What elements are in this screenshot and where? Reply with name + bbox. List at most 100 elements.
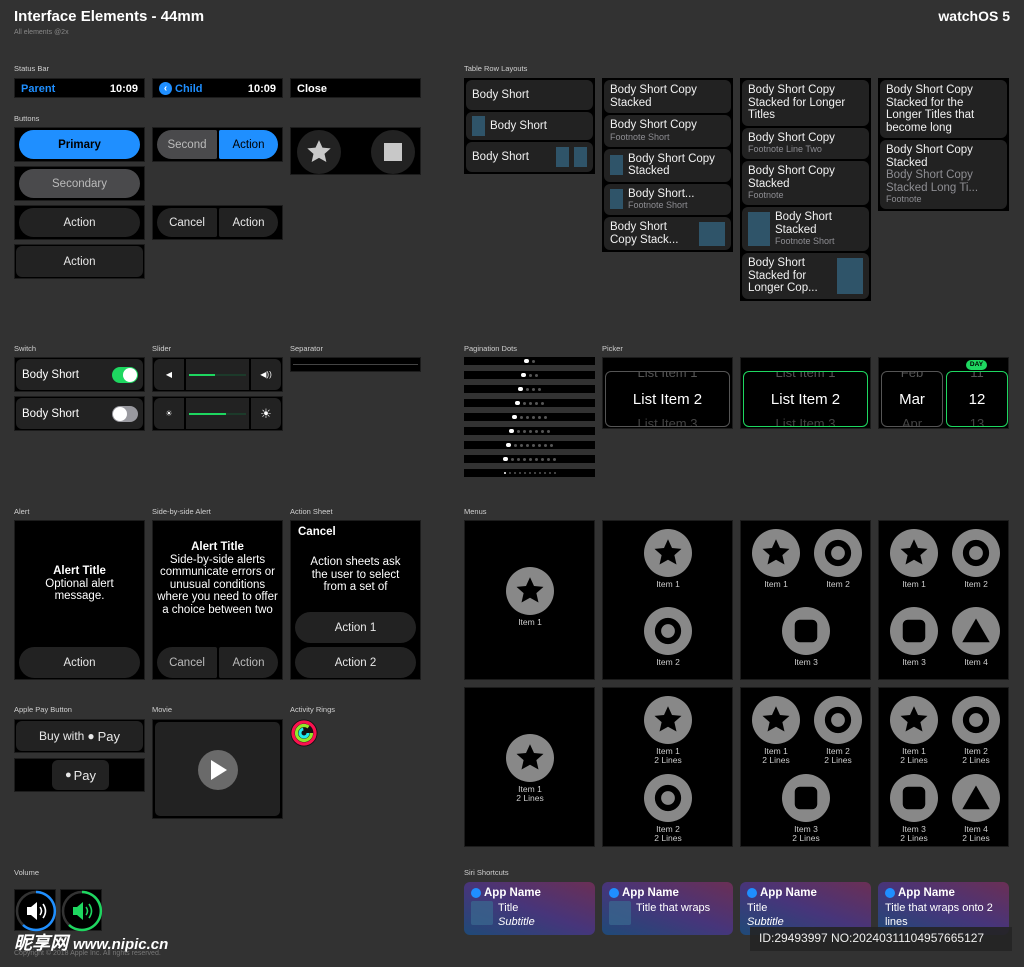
page-dot[interactable] (531, 443, 535, 447)
page-dot[interactable] (521, 372, 526, 378)
page-dot[interactable] (509, 428, 514, 434)
page-dot[interactable] (528, 472, 531, 474)
page-dot[interactable] (540, 401, 544, 405)
table-row[interactable]: Body Short Copy Stacked (604, 80, 731, 113)
pagination-dots[interactable] (464, 413, 595, 421)
menu-item[interactable]: Item 3 2 Lines (884, 774, 944, 843)
second-button[interactable]: Second (157, 130, 217, 159)
table-row[interactable]: Body Short Copy Stacked (604, 148, 731, 182)
close-button[interactable]: Close (297, 83, 327, 95)
page-dot[interactable] (537, 443, 541, 447)
page-dot[interactable] (533, 472, 536, 474)
page-dot[interactable] (540, 429, 544, 433)
primary-button[interactable]: Primary (19, 130, 140, 159)
page-dot[interactable] (540, 457, 544, 461)
action-button[interactable]: Action (19, 208, 140, 237)
page-dot[interactable] (549, 443, 553, 447)
table-row[interactable]: Body Short (466, 112, 593, 140)
picker-wheel[interactable]: 11 12 13 (946, 371, 1008, 427)
slider-track-area[interactable] (186, 398, 249, 429)
pagination-dots[interactable] (464, 399, 595, 407)
page-dot[interactable] (543, 443, 547, 447)
menu-item[interactable]: Item 3 (776, 607, 836, 667)
pagination-dots[interactable] (464, 357, 595, 365)
menu-item[interactable]: Item 3 (884, 607, 944, 667)
page-dot[interactable] (548, 472, 551, 474)
page-dot[interactable] (522, 457, 526, 461)
menu-item[interactable]: Item 1 (884, 529, 944, 589)
page-dot[interactable] (531, 359, 535, 363)
pagination-dots[interactable] (464, 441, 595, 449)
alert-action-button[interactable]: Action (219, 647, 278, 678)
action-sheet-cancel[interactable]: Cancel (298, 526, 336, 538)
page-dot[interactable] (552, 457, 556, 461)
page-dot[interactable] (534, 429, 538, 433)
page-dot[interactable] (531, 415, 535, 419)
pagination-dots[interactable] (464, 469, 595, 477)
secondary-button[interactable]: Secondary (19, 169, 140, 198)
page-dot[interactable] (513, 443, 517, 447)
page-dot[interactable] (546, 429, 550, 433)
brightness-high-icon-button[interactable]: ☀ (251, 398, 281, 429)
switch-row[interactable]: Body Short (16, 359, 143, 390)
menu-item[interactable]: Item 2 2 Lines (808, 696, 868, 765)
page-dot[interactable] (515, 400, 520, 406)
page-dot[interactable] (525, 387, 529, 391)
table-row[interactable]: Body Short Stacked Footnote Short (742, 207, 869, 251)
table-row[interactable]: Body Short Copy Footnote Line Two (742, 127, 869, 159)
page-dot[interactable] (518, 472, 521, 474)
switch-row[interactable]: Body Short (16, 398, 143, 429)
siri-shortcut-card[interactable]: App Name Title Subtitle (464, 882, 595, 935)
apple-pay-button[interactable]: ● Pay (52, 760, 109, 790)
back-link-parent[interactable]: Parent (21, 83, 55, 95)
star-button[interactable] (297, 130, 341, 174)
table-row[interactable]: Body Short Copy Stacked for the Longer T… (880, 80, 1007, 138)
page-dot[interactable] (525, 443, 529, 447)
toggle-switch[interactable] (112, 406, 138, 422)
alert-action-button[interactable]: Action (19, 647, 140, 678)
picker-wheel[interactable]: List Item 1 List Item 2 List Item 3 (605, 371, 730, 427)
menu-item[interactable]: Item 1 2 Lines (500, 734, 560, 803)
action-sheet-button-2[interactable]: Action 2 (295, 647, 416, 678)
table-row[interactable]: Body Short (466, 80, 593, 110)
table-row[interactable]: Body Short Copy Footnote Short (604, 115, 731, 147)
table-row[interactable]: Body Short Copy Stacked for Longer Title… (742, 80, 869, 126)
page-dot[interactable] (506, 442, 511, 448)
page-dot[interactable] (528, 401, 532, 405)
cancel-button[interactable]: Cancel (157, 208, 217, 237)
toggle-switch[interactable] (112, 367, 138, 383)
page-dot[interactable] (537, 387, 541, 391)
volume-control-green[interactable] (60, 889, 103, 932)
page-dot[interactable] (512, 414, 517, 420)
page-dot[interactable] (522, 401, 526, 405)
page-dot[interactable] (508, 472, 511, 474)
alert-cancel-button[interactable]: Cancel (157, 647, 217, 678)
siri-shortcut-card[interactable]: App Name Title that wraps (602, 882, 733, 935)
pagination-dots[interactable] (464, 427, 595, 435)
menu-item[interactable]: Item 4 2 Lines (946, 774, 1006, 843)
brightness-low-icon-button[interactable]: ☀ (154, 398, 184, 429)
page-dot[interactable] (524, 358, 529, 364)
page-dot[interactable] (537, 415, 541, 419)
slider-track-area[interactable] (186, 359, 249, 390)
chevron-left-icon[interactable]: ‹ (159, 82, 172, 95)
action-button-blue[interactable]: Action (219, 130, 278, 159)
action-button[interactable]: Action (219, 208, 278, 237)
menu-item[interactable]: Item 2 (808, 529, 868, 589)
menu-item[interactable]: Item 1 (746, 529, 806, 589)
page-dot[interactable] (503, 472, 506, 474)
picker-wheel[interactable]: List Item 1 List Item 2 List Item 3 (743, 371, 868, 427)
table-row[interactable]: Body Short Copy Stacked Body Short Copy S… (880, 140, 1007, 209)
menu-item[interactable]: Item 2 2 Lines (638, 774, 698, 843)
page-dot[interactable] (534, 457, 538, 461)
page-dot[interactable] (518, 386, 523, 392)
page-dot[interactable] (503, 456, 508, 462)
page-dot[interactable] (528, 429, 532, 433)
page-dot[interactable] (516, 457, 520, 461)
action-button-rect[interactable]: Action (16, 246, 143, 277)
menu-item[interactable]: Item 1 2 Lines (884, 696, 944, 765)
menu-item[interactable]: Item 1 2 Lines (638, 696, 698, 765)
menu-item[interactable]: Item 3 2 Lines (776, 774, 836, 843)
menu-item[interactable]: Item 1 (638, 529, 698, 589)
page-dot[interactable] (528, 373, 532, 377)
